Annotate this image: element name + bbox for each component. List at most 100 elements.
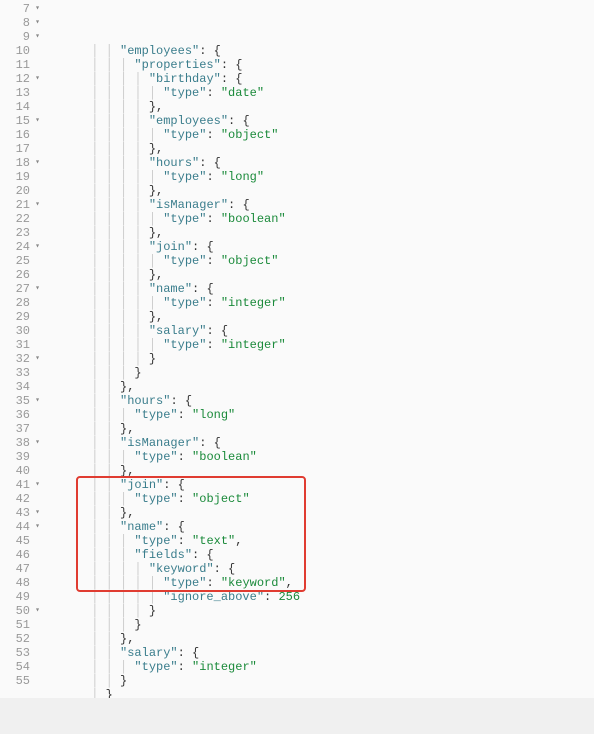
code-line[interactable]: │ │ }, xyxy=(48,380,594,394)
fold-toggle-icon[interactable]: ▾ xyxy=(32,604,40,618)
line-number: 44▾ xyxy=(2,520,40,534)
code-line[interactable]: │ │ }, xyxy=(48,632,594,646)
code-line[interactable]: │ │ │ │ "birthday": { xyxy=(48,72,594,86)
code-area[interactable]: │ │ "employees": { │ │ │ "properties": {… xyxy=(44,0,594,734)
token-line: │ │ │ │ xyxy=(48,352,149,366)
line-number: 52 xyxy=(2,632,40,646)
code-line[interactable]: │ │ │ │ "employees": { xyxy=(48,114,594,128)
code-line[interactable]: │ │ │ │ }, xyxy=(48,268,594,282)
code-line[interactable]: │ │ │ │ │ "type": "object" xyxy=(48,128,594,142)
code-line[interactable]: │ │ │ │ }, xyxy=(48,100,594,114)
token-line: │ │ │ │ xyxy=(48,100,149,114)
line-number: 16 xyxy=(2,128,40,142)
token-punc: : xyxy=(178,492,192,506)
code-line[interactable]: │ │ "isManager": { xyxy=(48,436,594,450)
code-line[interactable]: │ │ │ │ "keyword": { xyxy=(48,562,594,576)
code-line[interactable]: │ │ │ │ │ "type": "integer" xyxy=(48,296,594,310)
code-line[interactable]: │ │ │ │ │ "type": "integer" xyxy=(48,338,594,352)
token-key: "properties" xyxy=(134,58,220,72)
fold-toggle-icon[interactable]: ▾ xyxy=(32,114,40,128)
code-line[interactable]: │ │ │ │ │ "type": "object" xyxy=(48,254,594,268)
line-number-gutter: 7▾8▾9▾101112▾131415▾161718▾192021▾222324… xyxy=(0,0,44,734)
code-line[interactable]: │ │ "hours": { xyxy=(48,394,594,408)
code-line[interactable]: │ │ │ │ │ "type": "long" xyxy=(48,170,594,184)
token-line: │ │ │ │ xyxy=(48,310,149,324)
code-line[interactable]: │ │ }, xyxy=(48,506,594,520)
code-line[interactable]: │ │ │ │ "salary": { xyxy=(48,324,594,338)
token-key: "join" xyxy=(149,240,192,254)
fold-toggle-icon[interactable]: ▾ xyxy=(32,478,40,492)
fold-toggle-icon[interactable]: ▾ xyxy=(32,198,40,212)
code-line[interactable]: │ │ │ │ │ "ignore_above": 256 xyxy=(48,590,594,604)
code-line[interactable]: │ │ │ │ "join": { xyxy=(48,240,594,254)
code-line[interactable]: │ │ }, xyxy=(48,464,594,478)
fold-toggle-icon[interactable]: ▾ xyxy=(32,16,40,30)
fold-toggle-icon[interactable]: ▾ xyxy=(32,506,40,520)
token-line: │ │ xyxy=(48,464,120,478)
code-line[interactable]: │ │ } xyxy=(48,674,594,688)
code-line[interactable]: │ │ "employees": { xyxy=(48,44,594,58)
code-line[interactable]: │ │ │ "type": "boolean" xyxy=(48,450,594,464)
token-line: │ │ │ │ │ xyxy=(48,254,163,268)
line-number: 23 xyxy=(2,226,40,240)
code-line[interactable]: │ │ │ "type": "long" xyxy=(48,408,594,422)
code-line[interactable]: │ │ │ │ }, xyxy=(48,310,594,324)
code-line[interactable]: │ │ "salary": { xyxy=(48,646,594,660)
fold-toggle-icon[interactable]: ▾ xyxy=(32,394,40,408)
code-line[interactable]: │ │ │ │ }, xyxy=(48,184,594,198)
code-line[interactable]: │ │ "join": { xyxy=(48,478,594,492)
code-line[interactable]: │ │ │ │ "name": { xyxy=(48,282,594,296)
token-punc: : xyxy=(178,660,192,674)
code-line[interactable]: │ │ │ │ }, xyxy=(48,226,594,240)
code-line[interactable]: │ │ │ "type": "object" xyxy=(48,492,594,506)
token-str: "integer" xyxy=(192,660,257,674)
line-number: 11 xyxy=(2,58,40,72)
token-punc: } xyxy=(149,352,156,366)
token-punc: : { xyxy=(206,324,228,338)
code-line[interactable]: │ │ │ } xyxy=(48,366,594,380)
code-line[interactable]: │ │ │ "type": "text", xyxy=(48,534,594,548)
token-line: │ │ │ │ │ xyxy=(48,86,163,100)
fold-toggle-icon[interactable]: ▾ xyxy=(32,520,40,534)
token-str: "object" xyxy=(221,254,279,268)
code-editor[interactable]: 7▾8▾9▾101112▾131415▾161718▾192021▾222324… xyxy=(0,0,594,734)
code-line[interactable]: │ │ │ │ │ "type": "keyword", xyxy=(48,576,594,590)
code-line[interactable]: │ │ │ │ │ "type": "date" xyxy=(48,86,594,100)
code-line[interactable]: │ │ │ │ }, xyxy=(48,142,594,156)
token-punc: : { xyxy=(228,114,250,128)
code-line[interactable]: │ │ │ │ } xyxy=(48,352,594,366)
token-line: │ │ │ │ xyxy=(48,226,149,240)
fold-toggle-icon[interactable]: ▾ xyxy=(32,436,40,450)
line-number: 25 xyxy=(2,254,40,268)
token-punc: }, xyxy=(149,184,163,198)
token-key: "type" xyxy=(134,660,177,674)
line-number: 47 xyxy=(2,562,40,576)
token-line: │ │ │ xyxy=(48,492,134,506)
code-line[interactable]: │ │ }, xyxy=(48,422,594,436)
token-punc: : { xyxy=(221,72,243,86)
fold-toggle-icon[interactable]: ▾ xyxy=(32,156,40,170)
code-line[interactable]: │ │ │ │ "hours": { xyxy=(48,156,594,170)
token-line: │ │ xyxy=(48,422,120,436)
fold-toggle-icon[interactable]: ▾ xyxy=(32,30,40,44)
code-line[interactable]: │ │ │ │ "isManager": { xyxy=(48,198,594,212)
code-line[interactable]: │ │ │ │ } xyxy=(48,604,594,618)
fold-toggle-icon[interactable]: ▾ xyxy=(32,240,40,254)
fold-toggle-icon[interactable]: ▾ xyxy=(32,352,40,366)
token-key: "type" xyxy=(134,408,177,422)
code-line[interactable]: │ │ │ "properties": { xyxy=(48,58,594,72)
token-punc: : xyxy=(178,450,192,464)
line-number: 38▾ xyxy=(2,436,40,450)
code-line[interactable]: │ │ │ "fields": { xyxy=(48,548,594,562)
token-line: │ │ │ │ xyxy=(48,114,149,128)
token-line: │ │ │ │ xyxy=(48,142,149,156)
code-line[interactable]: │ │ │ "type": "integer" xyxy=(48,660,594,674)
code-line[interactable]: │ │ "name": { xyxy=(48,520,594,534)
code-line[interactable]: │ │ │ } xyxy=(48,618,594,632)
fold-toggle-icon[interactable]: ▾ xyxy=(32,2,40,16)
fold-toggle-icon[interactable]: ▾ xyxy=(32,282,40,296)
code-line[interactable]: │ │ │ │ │ "type": "boolean" xyxy=(48,212,594,226)
token-line: │ │ │ │ │ xyxy=(48,296,163,310)
token-line: │ │ │ │ │ xyxy=(48,170,163,184)
fold-toggle-icon[interactable]: ▾ xyxy=(32,72,40,86)
